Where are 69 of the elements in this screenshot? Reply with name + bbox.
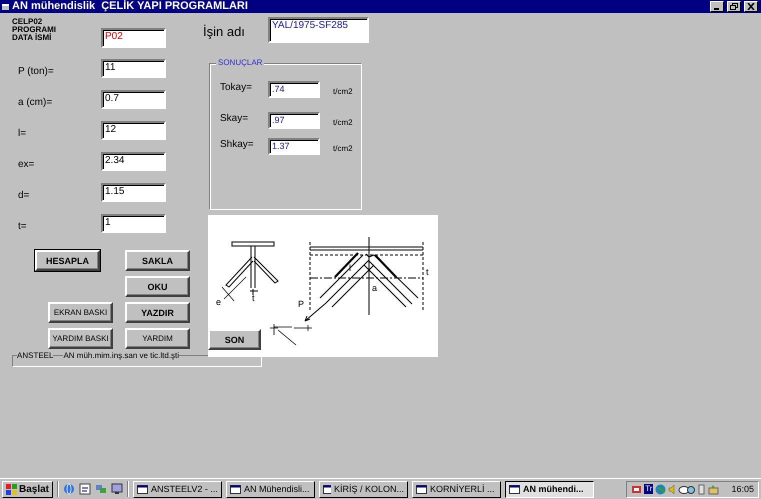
window-icon [323, 484, 331, 494]
action-button[interactable]: YARDIM [125, 328, 190, 349]
data-name-label: DATA İSMİ [12, 34, 52, 42]
notepad-icon[interactable] [79, 483, 92, 495]
close-icon [747, 3, 755, 10]
input-field[interactable]: 1.15 [101, 183, 166, 202]
windows-flag-icon [6, 484, 17, 494]
restore-button[interactable] [727, 1, 741, 12]
action-button[interactable]: YARDIM BASKI [48, 328, 113, 349]
dimension-label: P [298, 299, 304, 309]
action-button[interactable]: EKRAN BASKI [48, 302, 113, 323]
company-text: AN müh.mim.inş.san ve tic.ltd.şti [63, 351, 180, 361]
taskbar-button[interactable]: KİRİŞ / KOLON... [319, 480, 408, 498]
input-field[interactable]: 1 [101, 214, 166, 233]
tray-icon[interactable] [678, 484, 696, 494]
input-label: d= [17, 190, 30, 201]
input-field[interactable]: 11 [101, 59, 166, 78]
result-label: Shkay= [220, 139, 255, 150]
action-button[interactable]: HESAPLA [35, 250, 100, 271]
input-label: P (ton)= [17, 66, 55, 77]
clock: 16:05 [731, 484, 754, 494]
input-label: ex= [17, 159, 36, 170]
job-name-field[interactable]: YAL/1975-SF285 [268, 17, 369, 43]
taskbar-button[interactable]: AN Mühendisli... [226, 480, 316, 498]
action-button[interactable]: YAZDIR [125, 302, 190, 323]
taskbar-button[interactable]: AN mühendi... [505, 480, 594, 498]
dimension-label: e [216, 297, 222, 307]
window-icon [230, 484, 242, 494]
minimize-button[interactable] [710, 1, 724, 12]
input-label: l= [17, 128, 28, 139]
data-name-label: CELP02 [12, 18, 44, 26]
group-title: SONUÇLAR [216, 58, 264, 68]
unit-label: t/cm2 [333, 118, 353, 127]
window-icon [509, 484, 520, 494]
window-icon [137, 484, 148, 494]
dimension-label: a [372, 283, 378, 293]
result-field: .74 [268, 81, 320, 98]
input-label: t= [17, 221, 28, 232]
input-field[interactable]: 12 [101, 121, 166, 140]
frame-title: ANSTEEL [17, 351, 54, 361]
language-indicator[interactable]: Tr [644, 484, 654, 494]
input-field[interactable]: 2.34 [101, 152, 166, 171]
tray-app-icon[interactable] [631, 484, 642, 494]
unit-label: t/cm2 [333, 87, 353, 96]
start-button[interactable]: Başlat [2, 480, 54, 498]
taskbar-button[interactable]: ANSTEELV2 - ... [133, 480, 222, 498]
restore-icon [730, 3, 738, 10]
globe-icon[interactable] [63, 483, 76, 495]
result-field: .97 [268, 112, 320, 129]
action-button[interactable]: SON [208, 329, 261, 350]
unit-label: t/cm2 [333, 144, 353, 153]
input-label: a (cm)= [17, 97, 54, 108]
desktop-icon[interactable] [111, 483, 124, 495]
dimension-label: t [252, 293, 255, 303]
data-name-field[interactable]: P02 [101, 28, 166, 48]
job-name-label: İşin adı [203, 24, 246, 38]
input-field[interactable]: 0.7 [101, 90, 166, 109]
data-name-label: PROGRAMI [12, 26, 57, 34]
result-label: Tokay= [220, 82, 253, 93]
taskbar-button[interactable]: KORNİYERLİ ... [412, 480, 502, 498]
app-icon [2, 2, 9, 11]
action-button[interactable]: SAKLA [125, 250, 190, 271]
result-label: Skay= [220, 113, 250, 124]
window-icon [416, 484, 428, 494]
action-button[interactable]: OKU [125, 276, 190, 297]
close-button[interactable] [744, 1, 758, 12]
result-field: 1.37 [268, 138, 320, 155]
speaker-icon[interactable] [668, 484, 676, 494]
dimension-label: t [426, 267, 429, 277]
